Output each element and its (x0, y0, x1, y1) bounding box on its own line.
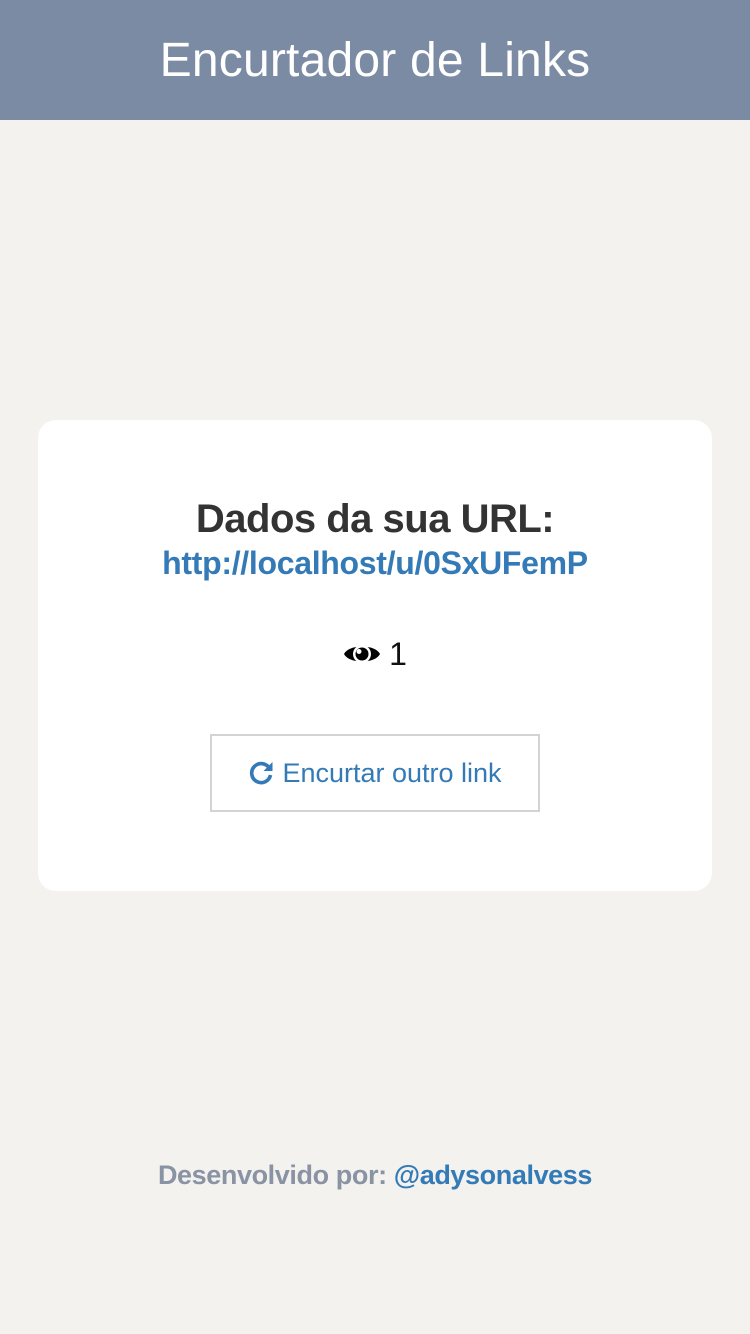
footer: Desenvolvido por: @adysonalvess (0, 1160, 750, 1191)
author-link[interactable]: @adysonalvess (394, 1160, 593, 1190)
shorten-another-link-button[interactable]: Encurtar outro link (210, 734, 540, 812)
views-counter: 1 (38, 632, 712, 676)
page-title: Encurtador de Links (159, 33, 591, 87)
views-count: 1 (389, 636, 407, 672)
reset-button-label: Encurtar outro link (282, 757, 502, 788)
eye-icon (343, 640, 381, 668)
url-details-card: Dados da sua URL: http://localhost/u/0Sx… (38, 420, 712, 891)
app-header: Encurtador de Links (0, 0, 750, 120)
short-url-link[interactable]: http://localhost/u/0SxUFemP (38, 542, 712, 584)
card-heading: Dados da sua URL: (195, 497, 555, 541)
refresh-icon (248, 760, 274, 786)
footer-label: Desenvolvido por: (157, 1160, 387, 1190)
